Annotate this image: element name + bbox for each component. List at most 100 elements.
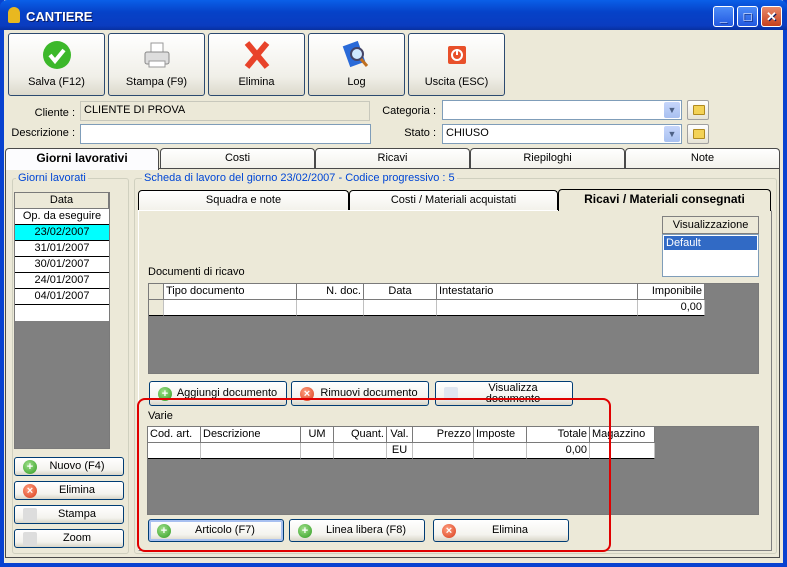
table-cell[interactable]	[590, 443, 655, 459]
print-button[interactable]: Stampa (F9)	[108, 33, 205, 96]
documenti-button-aggiungi-documento[interactable]: + Aggiungi documento	[149, 381, 287, 406]
table-cell[interactable]	[474, 443, 527, 459]
button-label: Elimina	[58, 484, 96, 496]
visualizzazione-header: Visualizzazione	[662, 216, 759, 234]
table-cell[interactable]	[201, 443, 301, 459]
exit-button[interactable]: Uscita (ESC)	[408, 33, 505, 96]
button-label: Aggiungi documento	[176, 387, 278, 399]
documenti-button-visualizza-documento[interactable]: Visualizza documento	[435, 381, 573, 406]
content: Salva (F12) Stampa (F9) Elimina Log Usci…	[0, 0, 787, 567]
column-header[interactable]: UM	[301, 427, 334, 443]
left-button-nuovo-f4-[interactable]: + Nuovo (F4)	[14, 457, 124, 476]
list-item[interactable]: 04/01/2007	[15, 289, 109, 305]
column-header[interactable]: Cod. art.	[148, 427, 201, 443]
left-button-stampa[interactable]: Stampa	[14, 505, 124, 524]
table-cell[interactable]	[334, 443, 387, 459]
table-cell[interactable]	[437, 300, 638, 316]
tab-costi[interactable]: Costi	[160, 148, 315, 169]
document-icon	[444, 386, 458, 401]
column-header[interactable]: Val.	[387, 427, 413, 443]
table-row[interactable]: EU 0,00	[148, 443, 655, 459]
log-magnifier-icon	[342, 40, 368, 68]
zoom-icon	[23, 531, 37, 546]
printer-icon	[144, 42, 169, 68]
left-button-zoom[interactable]: Zoom	[14, 529, 124, 548]
column-header-data[interactable]: Data	[15, 193, 109, 209]
tab-ricavi[interactable]: Ricavi	[315, 148, 470, 169]
categoria-combo[interactable]: ▼	[442, 100, 682, 120]
table-cell[interactable]	[413, 443, 474, 459]
list-item[interactable]: 24/01/2007	[15, 273, 109, 289]
table-cell[interactable]	[301, 443, 334, 459]
remove-icon: ×	[300, 386, 314, 401]
button-label: Rimuovi documento	[320, 387, 418, 399]
documenti-label: Documenti di ricavo	[148, 266, 245, 278]
table-row[interactable]: 0,00	[149, 300, 705, 316]
categoria-label: Categoria :	[382, 105, 436, 117]
column-header[interactable]: Prezzo	[413, 427, 474, 443]
tab-giorni-lavorativi[interactable]: Giorni lavorativi	[5, 148, 159, 170]
plus-icon: +	[23, 459, 37, 474]
grid-header: Cod. art. Descrizione UM Quant. Val. Prezzo Im…	[148, 427, 655, 443]
list-item[interactable]: 31/01/2007	[15, 241, 109, 257]
varie-button-elimina[interactable]: × Elimina	[433, 519, 569, 542]
subtab-ricavi-materiali[interactable]: Ricavi / Materiali consegnati	[558, 189, 771, 211]
giorni-lavorati-label: Giorni lavorati	[16, 172, 88, 184]
button-label: Zoom	[62, 532, 92, 544]
tab-note[interactable]: Note	[625, 148, 780, 169]
plus-icon: +	[158, 386, 172, 401]
subtab-squadra-note[interactable]: Squadra e note	[138, 190, 349, 211]
folder-icon	[693, 129, 705, 139]
scheda-label: Scheda di lavoro del giorno 23/02/2007 -…	[142, 172, 457, 184]
column-header[interactable]: Data	[364, 284, 437, 300]
column-header[interactable]: Totale	[527, 427, 590, 443]
save-button[interactable]: Salva (F12)	[8, 33, 105, 96]
chevron-down-icon[interactable]: ▼	[664, 126, 680, 142]
log-button[interactable]: Log	[308, 33, 405, 96]
row-indicator[interactable]	[149, 300, 164, 316]
documenti-button-rimuovi-documento[interactable]: × Rimuovi documento	[291, 381, 429, 406]
categoria-folder-button[interactable]	[687, 100, 709, 120]
delete-x-icon	[244, 41, 269, 69]
column-header[interactable]: Magazzino	[590, 427, 655, 443]
table-cell[interactable]	[364, 300, 437, 316]
plus-icon: +	[157, 523, 171, 538]
printer-icon	[23, 507, 37, 522]
cliente-field[interactable]: CLIENTE DI PROVA	[80, 101, 370, 121]
column-header[interactable]: Tipo documento	[164, 284, 297, 300]
column-header[interactable]: Imponibile	[638, 284, 705, 300]
descrizione-label: Descrizione :	[11, 127, 75, 139]
row-indicator-header	[149, 284, 164, 300]
visualizzazione-list: Visualizzazione Default	[662, 216, 759, 277]
varie-button-articolo-f7-[interactable]: + Articolo (F7)	[148, 519, 284, 542]
table-cell[interactable]	[297, 300, 364, 316]
left-button-elimina[interactable]: × Elimina	[14, 481, 124, 500]
table-cell[interactable]: 0,00	[638, 300, 705, 316]
chevron-down-icon[interactable]: ▼	[664, 102, 680, 118]
stato-label: Stato :	[404, 127, 436, 139]
list-item[interactable]: Op. da eseguire	[15, 209, 109, 225]
button-label: Nuovo (F4)	[49, 460, 105, 472]
subtab-costi-materiali[interactable]: Costi / Materiali acquistati	[349, 190, 558, 211]
table-cell[interactable]: EU	[387, 443, 413, 459]
descrizione-field[interactable]	[80, 124, 371, 144]
column-header[interactable]: N. doc.	[297, 284, 364, 300]
column-header[interactable]: Imposte	[474, 427, 527, 443]
list-item-default[interactable]: Default	[664, 236, 757, 250]
column-header[interactable]: Quant.	[334, 427, 387, 443]
button-label: Elimina	[491, 524, 529, 536]
exit-icon	[447, 46, 466, 64]
table-cell[interactable]	[148, 443, 201, 459]
list-item[interactable]: 23/02/2007	[15, 225, 109, 241]
list-item[interactable]: 30/01/2007	[15, 257, 109, 273]
tab-riepiloghi[interactable]: Riepiloghi	[470, 148, 625, 169]
varie-button-linea-libera-f8-[interactable]: + Linea libera (F8)	[289, 519, 425, 542]
delete-button[interactable]: Elimina	[208, 33, 305, 96]
table-cell[interactable]	[164, 300, 297, 316]
column-header[interactable]: Intestatario	[437, 284, 638, 300]
stato-combo[interactable]: CHIUSO ▼	[442, 124, 682, 144]
stato-folder-button[interactable]	[687, 124, 709, 144]
table-cell[interactable]: 0,00	[527, 443, 590, 459]
grid-header: Tipo documento N. doc. Data Intestatario Imp…	[149, 284, 705, 300]
column-header[interactable]: Descrizione	[201, 427, 301, 443]
